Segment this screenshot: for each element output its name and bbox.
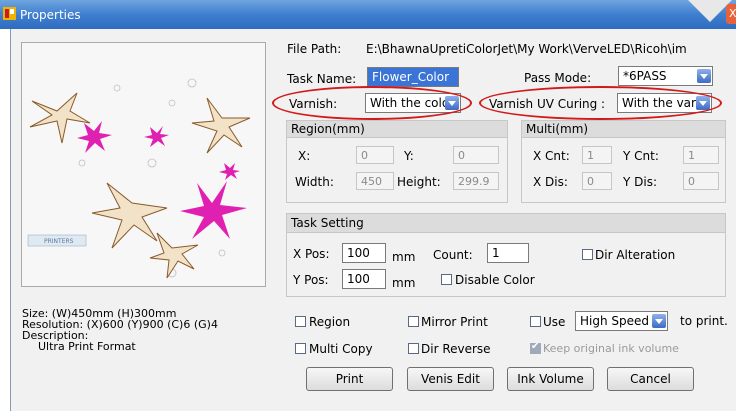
multi-ycnt-label: Y Cnt: — [623, 149, 659, 163]
disable-color-label: Disable Color — [455, 273, 535, 287]
preview-logo-text: PRINTERS — [44, 238, 74, 245]
task-setting-title: Task Setting — [287, 214, 725, 233]
multi-copy-checkbox[interactable] — [295, 343, 306, 354]
title-bar: Properties — [0, 0, 736, 29]
region-height-input[interactable]: 299.9 — [453, 172, 499, 190]
multi-ydis-input[interactable]: 0 — [683, 172, 719, 190]
region-y-input[interactable]: 0 — [453, 146, 499, 164]
print-button[interactable]: Print — [306, 367, 393, 391]
properties-window: Properties X PRINTERS Size: (W)450mm (H)… — [0, 0, 736, 411]
region-x-label: X: — [298, 149, 311, 163]
region-width-label: Width: — [295, 175, 334, 189]
venis-edit-button[interactable]: Venis Edit — [407, 367, 494, 391]
disable-color-checkbox[interactable] — [441, 274, 452, 285]
task-name-input[interactable]: Flower_Color — [367, 67, 459, 87]
pass-mode-value: *6PASS — [623, 69, 667, 83]
use-label: Use — [543, 315, 566, 329]
description-value: Ultra Print Format — [38, 340, 136, 353]
region-x-input[interactable]: 0 — [356, 146, 394, 164]
multi-copy-label: Multi Copy — [309, 342, 373, 356]
region-width-input[interactable]: 450 — [356, 172, 394, 190]
multi-group-title: Multi(mm) — [522, 121, 725, 138]
region-group-title: Region(mm) — [287, 121, 507, 138]
region-option-label: Region — [309, 315, 351, 329]
y-pos-label: Y Pos: — [293, 273, 329, 287]
y-pos-input[interactable]: 100 — [342, 269, 386, 289]
file-path-label: File Path: — [287, 42, 342, 56]
window-title: Properties — [20, 8, 81, 22]
dir-reverse-label: Dir Reverse — [421, 342, 491, 356]
multi-xcnt-label: X Cnt: — [533, 149, 570, 163]
multi-xdis-input[interactable]: 0 — [582, 172, 612, 190]
region-checkbox[interactable] — [295, 316, 306, 327]
multi-ycnt-input[interactable]: 1 — [683, 146, 719, 164]
multi-xdis-label: X Dis: — [533, 175, 568, 189]
print-preview-image: PRINTERS — [21, 42, 266, 287]
annotation-ellipse — [272, 86, 472, 120]
close-button[interactable]: X — [726, 4, 736, 24]
annotation-ellipse — [479, 86, 722, 120]
count-input[interactable]: 1 — [487, 243, 529, 263]
dir-alteration-label: Dir Alteration — [595, 248, 676, 262]
cancel-button[interactable]: Cancel — [607, 367, 694, 391]
to-print-label: to print. — [680, 314, 728, 328]
file-path-value: E:\BhawnaUpretiColorJet\My Work\VerveLED… — [366, 42, 687, 56]
count-label: Count: — [433, 248, 473, 262]
mirror-print-checkbox[interactable] — [408, 316, 419, 327]
speed-value: High Speed — [580, 314, 650, 328]
keep-ink-label: Keep original ink volume — [543, 342, 679, 355]
ink-volume-button[interactable]: Ink Volume — [507, 367, 594, 391]
chevron-down-icon[interactable] — [697, 69, 711, 83]
flower-artwork: PRINTERS — [27, 78, 251, 279]
speed-select[interactable]: High Speed — [575, 311, 668, 331]
x-pos-input[interactable]: 100 — [342, 243, 386, 263]
task-name-label: Task Name: — [287, 72, 357, 86]
dir-reverse-checkbox[interactable] — [408, 343, 419, 354]
y-pos-unit: mm — [392, 276, 416, 290]
use-checkbox[interactable] — [530, 316, 541, 327]
x-pos-label: X Pos: — [293, 247, 330, 261]
app-icon — [3, 7, 16, 20]
multi-xcnt-input[interactable]: 1 — [582, 146, 612, 164]
dir-alteration-checkbox[interactable] — [582, 249, 593, 260]
keep-ink-checkbox[interactable] — [530, 341, 541, 354]
mirror-print-label: Mirror Print — [421, 315, 488, 329]
x-pos-unit: mm — [392, 250, 416, 264]
pass-mode-select[interactable]: *6PASS — [618, 66, 713, 86]
multi-ydis-label: Y Dis: — [623, 175, 658, 189]
chevron-down-icon[interactable] — [652, 314, 666, 328]
region-y-label: Y: — [404, 149, 414, 163]
region-height-label: Height: — [397, 175, 441, 189]
pass-mode-label: Pass Mode: — [524, 71, 592, 85]
window-border — [0, 29, 10, 411]
